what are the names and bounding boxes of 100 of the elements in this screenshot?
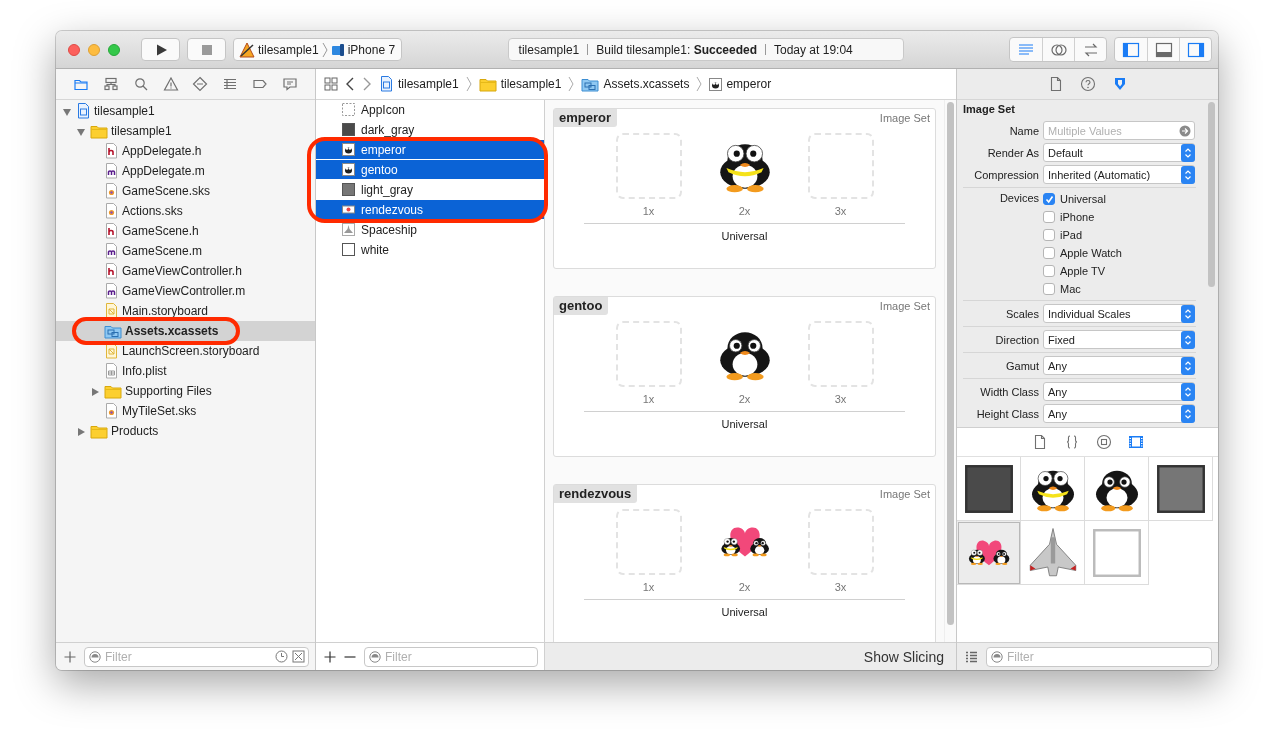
diamond-icon[interactable]: [192, 76, 209, 92]
add-icon[interactable]: [324, 650, 336, 663]
checkbox[interactable]: Universal: [1043, 190, 1122, 208]
file-name: AppDelegate.h: [122, 144, 202, 158]
speech-bubble-icon[interactable]: [282, 76, 299, 92]
zoom-button[interactable]: [108, 43, 120, 56]
bottom-panel-icon: [1154, 40, 1173, 59]
popup-button[interactable]: Individual Scales: [1043, 304, 1195, 323]
popup-button[interactable]: Default: [1043, 143, 1195, 162]
asset-name: Spaceship: [361, 222, 418, 237]
hierarchy-icon[interactable]: [102, 76, 119, 92]
go-arrow-icon[interactable]: [1179, 124, 1191, 137]
popup-button[interactable]: Fixed: [1043, 330, 1195, 349]
file-row[interactable]: MyTileSet.sks: [56, 401, 315, 421]
close-button[interactable]: [68, 43, 80, 56]
asset-name: emperor: [361, 142, 406, 157]
file-row[interactable]: LaunchScreen.storyboard: [56, 341, 315, 361]
popup-button[interactable]: Inherited (Automatic): [1043, 165, 1195, 184]
library-item[interactable]: [1149, 457, 1213, 521]
scene-file-icon: [104, 403, 119, 419]
asset-row[interactable]: Spaceship: [316, 220, 544, 240]
checkbox[interactable]: Apple Watch: [1043, 244, 1122, 262]
path-label: Assets.xcassets: [603, 77, 690, 91]
path-item[interactable]: tilesample1: [379, 76, 459, 92]
grid-icon[interactable]: [324, 77, 338, 91]
popup-button[interactable]: Any: [1043, 382, 1195, 401]
file-row[interactable]: Actions.sks: [56, 201, 315, 221]
field-label: Render As: [986, 146, 1039, 159]
path-item[interactable]: emperor: [709, 77, 772, 91]
file-row[interactable]: Products: [56, 421, 315, 441]
stepper-icon: [1181, 304, 1195, 323]
file-row[interactable]: AppDelegate.m: [56, 161, 315, 181]
asset-name: white: [361, 242, 389, 257]
scrollbar-thumb[interactable]: [1207, 102, 1215, 287]
file-row[interactable]: AppDelegate.h: [56, 141, 315, 161]
path-label: tilesample1: [398, 77, 459, 91]
asset-row[interactable]: white: [316, 240, 544, 260]
file-row[interactable]: GameScene.sks: [56, 181, 315, 201]
filter-field[interactable]: Filter: [84, 646, 309, 667]
asset-row[interactable]: gentoo: [316, 160, 544, 180]
checkbox[interactable]: Mac: [1043, 280, 1122, 298]
media-icon[interactable]: [1127, 434, 1144, 450]
file-row[interactable]: Main.storyboard: [56, 301, 315, 321]
filter-field[interactable]: Filter: [986, 646, 1212, 667]
checkbox[interactable]: iPhone: [1043, 208, 1122, 226]
library-item[interactable]: [1085, 457, 1149, 521]
name-field[interactable]: Multiple Values: [1043, 121, 1195, 140]
file-name: Supporting Files: [125, 384, 212, 398]
asset-catalog-icon: [104, 323, 122, 339]
asset-row[interactable]: light_gray: [316, 180, 544, 200]
search-icon[interactable]: [132, 76, 149, 92]
checkbox[interactable]: Apple TV: [1043, 262, 1122, 280]
asset-row[interactable]: dark_gray: [316, 120, 544, 140]
asset-row[interactable]: emperor: [316, 140, 544, 160]
path-item[interactable]: Assets.xcassets: [581, 76, 690, 92]
stepper-icon: [1181, 330, 1195, 349]
file-row[interactable]: GameScene.h: [56, 221, 315, 241]
file-row[interactable]: Supporting Files: [56, 381, 315, 401]
help-icon[interactable]: [1079, 76, 1096, 92]
image-set-icon: [342, 143, 355, 156]
popup-button[interactable]: Any: [1043, 404, 1195, 423]
stop-icon: [200, 43, 213, 56]
library-item[interactable]: [1021, 457, 1085, 521]
file-row[interactable]: GameViewController.h: [56, 261, 315, 281]
scm-filter-icon[interactable]: [292, 649, 305, 663]
app-icon: [239, 41, 255, 58]
file-row[interactable]: GameScene.m: [56, 241, 315, 261]
object-icon[interactable]: [1095, 434, 1112, 450]
checkbox[interactable]: iPad: [1043, 226, 1122, 244]
file-row[interactable]: tilesample1: [56, 101, 315, 121]
blank-swatch: [1090, 526, 1143, 579]
scrollbar-thumb[interactable]: [947, 102, 954, 625]
clock-icon[interactable]: [275, 649, 288, 663]
folder-icon: [104, 383, 122, 399]
scale-label: 2x: [738, 393, 751, 405]
lines-icon[interactable]: [222, 76, 239, 92]
list-view-icon[interactable]: [965, 650, 978, 663]
asset-row[interactable]: AppIcon: [316, 100, 544, 120]
back-icon[interactable]: [345, 77, 355, 91]
show-slicing-button[interactable]: Show Slicing: [863, 648, 944, 665]
asset-row[interactable]: rendezvous: [316, 200, 544, 220]
field-label: Direction: [994, 333, 1039, 346]
filter-field[interactable]: Filter: [364, 646, 538, 667]
warning-icon[interactable]: [162, 76, 179, 92]
stop-button[interactable]: [187, 38, 226, 61]
popup-button[interactable]: Any: [1043, 356, 1195, 375]
run-button[interactable]: [141, 38, 180, 61]
scheme-name: tilesample1: [258, 42, 319, 57]
chevron-right-icon: [465, 76, 472, 92]
file-row[interactable]: Info.plist: [56, 361, 315, 381]
file-row[interactable]: tilesample1: [56, 121, 315, 141]
app-icon-placeholder-icon: [342, 103, 355, 116]
path-item[interactable]: tilesample1: [478, 76, 562, 92]
field-label: Width Class: [979, 385, 1039, 398]
library-item[interactable]: [957, 521, 1021, 585]
add-icon[interactable]: [64, 650, 76, 663]
forward-icon[interactable]: [362, 77, 372, 91]
file-row[interactable]: GameViewController.m: [56, 281, 315, 301]
scheme-selector[interactable]: tilesample1 iPhone 7: [233, 38, 403, 61]
library-item[interactable]: [957, 457, 1021, 521]
